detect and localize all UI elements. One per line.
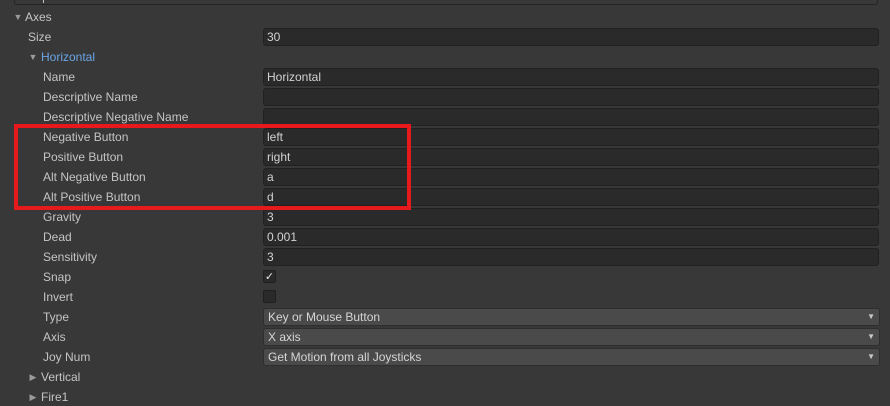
horizontal-label: Horizontal [41,50,96,64]
type-value: Key or Mouse Button [268,310,381,324]
snap-checkbox[interactable]: ✓ [263,270,276,283]
vertical-label: Vertical [41,370,81,384]
name-row: Name Horizontal [0,67,890,87]
descriptive-name-field[interactable] [263,88,879,106]
axis-dropdown[interactable]: X axis ▼ [263,328,880,346]
axis-row: Axis X axis ▼ [0,327,890,347]
gravity-field[interactable]: 3 [263,208,879,226]
positive-button-field[interactable]: right [263,148,879,166]
axis-label: Axis [43,330,66,344]
checkmark-icon: ✓ [264,271,275,283]
fire1-foldout[interactable]: ▶ Fire1 [0,387,890,406]
expanded-arrow-icon[interactable]: ▼ [13,7,23,27]
invert-checkbox[interactable] [263,290,276,303]
chevron-down-icon: ▼ [867,332,875,341]
size-field[interactable]: 30 [263,28,879,46]
joy-num-dropdown[interactable]: Get Motion from all Joysticks ▼ [263,348,880,366]
dead-row: Dead 0.001 [0,227,890,247]
descriptive-negative-name-field[interactable] [263,108,879,126]
alt-positive-button-field[interactable]: d [263,188,879,206]
axes-foldout[interactable]: ▼ Axes [0,7,890,27]
negative-button-label: Negative Button [43,130,129,144]
sensitivity-label: Sensitivity [43,250,98,264]
alt-negative-button-label: Alt Negative Button [43,170,146,184]
size-row: Size 30 [0,27,890,47]
positive-button-label: Positive Button [43,150,124,164]
descriptive-negative-name-label: Descriptive Negative Name [43,110,189,124]
invert-row: Invert [0,287,890,307]
dead-field[interactable]: 0.001 [263,228,879,246]
snap-row: Snap ✓ [0,267,890,287]
fire1-label: Fire1 [41,390,69,404]
joy-num-label: Joy Num [43,350,91,364]
alt-negative-button-row: Alt Negative Button a [0,167,890,187]
joy-num-value: Get Motion from all Joysticks [268,350,422,364]
input-manager-inspector: ▼ Axes Size 30 ▼ Horizontal Name Horizon… [0,0,890,406]
name-label: Name [43,70,76,84]
axis-value: X axis [268,330,301,344]
alt-positive-button-label: Alt Positive Button [43,190,141,204]
type-dropdown[interactable]: Key or Mouse Button ▼ [263,308,880,326]
dead-label: Dead [43,230,72,244]
negative-button-field[interactable]: left [263,128,879,146]
type-label: Type [43,310,70,324]
descriptive-name-label: Descriptive Name [43,90,138,104]
alt-positive-button-row: Alt Positive Button d [0,187,890,207]
positive-button-row: Positive Button right [0,147,890,167]
horizontal-foldout[interactable]: ▼ Horizontal [0,47,890,67]
joy-num-row: Joy Num Get Motion from all Joysticks ▼ [0,347,890,367]
snap-label: Snap [43,270,72,284]
sensitivity-row: Sensitivity 3 [0,247,890,267]
axes-label: Axes [25,10,52,24]
sensitivity-field[interactable]: 3 [263,248,879,266]
gravity-row: Gravity 3 [0,207,890,227]
chevron-down-icon: ▼ [867,352,875,361]
collapsed-arrow-icon[interactable]: ▶ [28,367,38,387]
alt-negative-button-field[interactable]: a [263,168,879,186]
invert-label: Invert [43,290,74,304]
vertical-foldout[interactable]: ▶ Vertical [0,367,890,387]
size-label: Size [28,30,52,44]
descriptive-name-row: Descriptive Name [0,87,890,107]
name-field[interactable]: Horizontal [263,68,879,86]
descriptive-negative-name-row: Descriptive Negative Name [0,107,890,127]
gravity-label: Gravity [43,210,82,224]
expanded-arrow-icon[interactable]: ▼ [28,47,38,67]
previous-field-edge [14,0,878,5]
negative-button-row: Negative Button left [0,127,890,147]
type-row: Type Key or Mouse Button ▼ [0,307,890,327]
chevron-down-icon: ▼ [867,312,875,321]
collapsed-arrow-icon[interactable]: ▶ [28,387,38,406]
